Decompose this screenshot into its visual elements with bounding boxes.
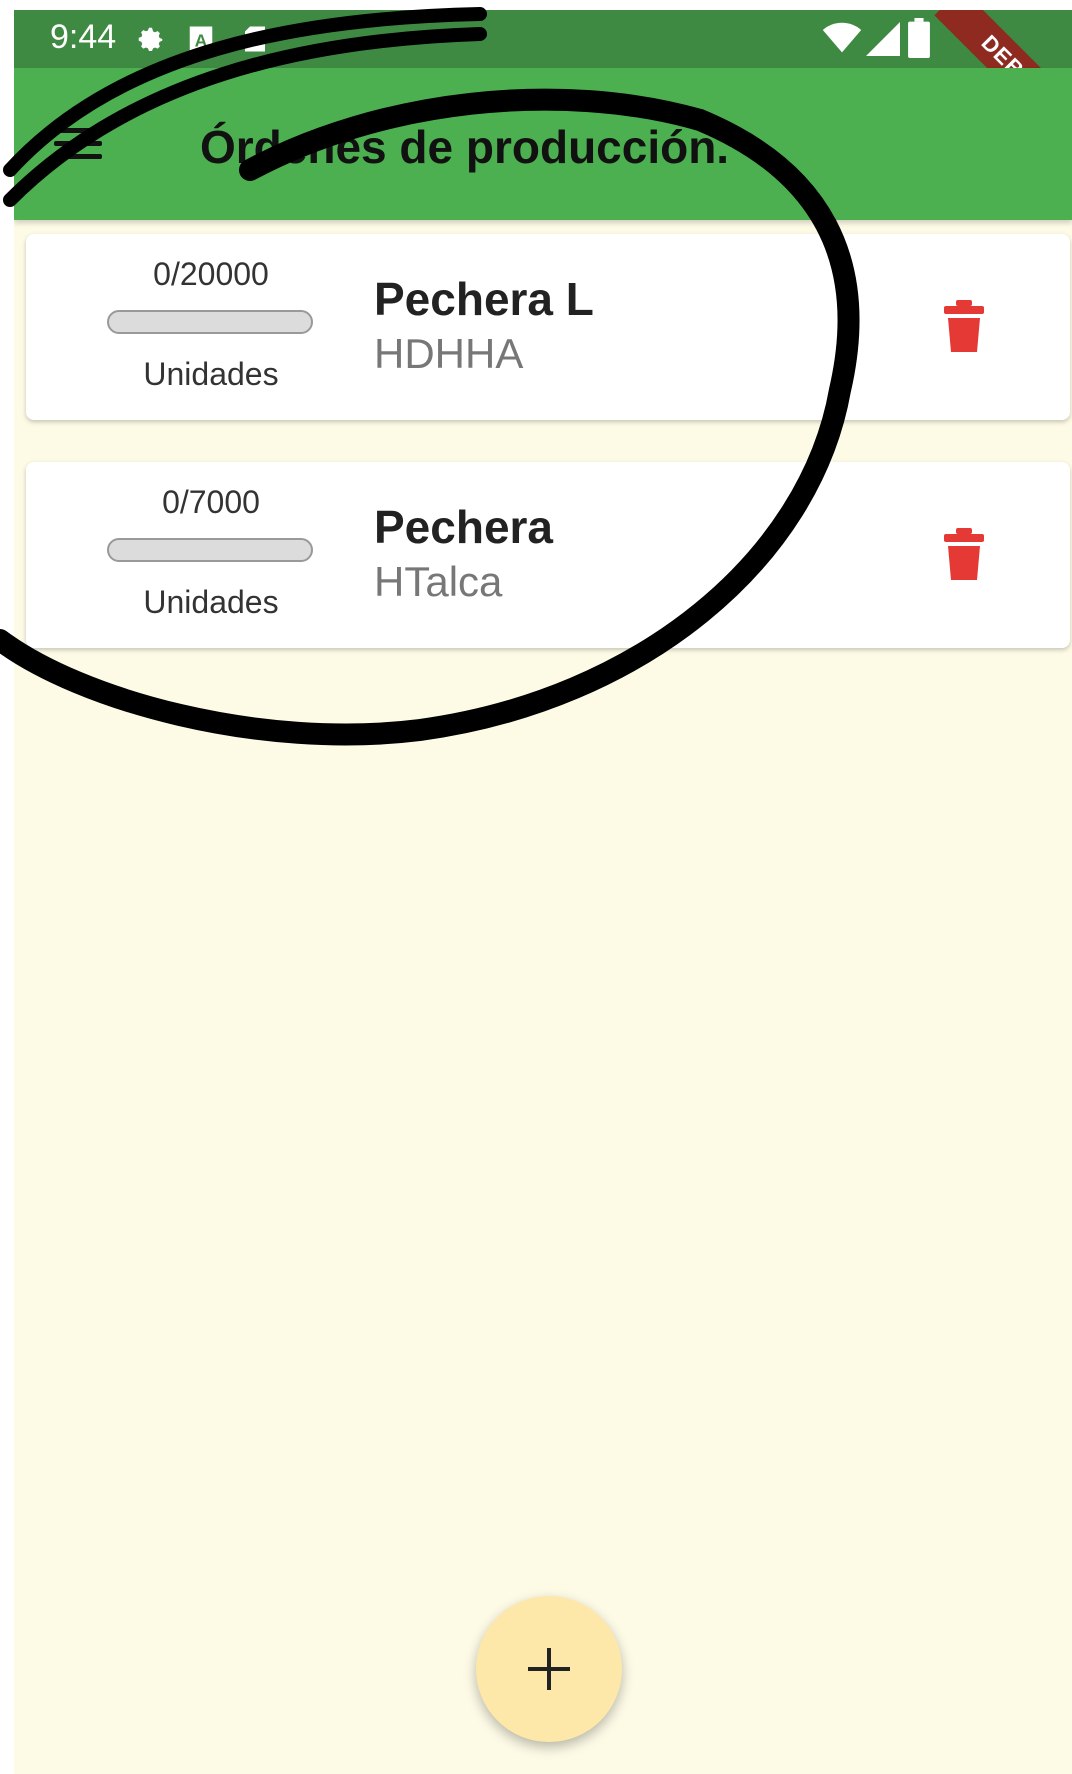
- plus-icon: [528, 1648, 570, 1690]
- order-client: HTalca: [374, 558, 503, 605]
- order-card[interactable]: 0/20000 Unidades Pechera L HDHHA: [26, 234, 1070, 420]
- font-a-icon: A: [189, 26, 213, 52]
- battery-icon: [908, 18, 930, 58]
- add-order-button[interactable]: [476, 1596, 622, 1742]
- order-name: Pechera L: [374, 273, 594, 325]
- app-bar: Órdenes de producción.: [14, 68, 1072, 220]
- trash-icon: [944, 528, 984, 580]
- trash-icon: [944, 300, 984, 352]
- progress-count: 0/7000: [162, 484, 260, 520]
- delete-button[interactable]: [944, 300, 984, 352]
- svg-text:A: A: [195, 31, 208, 51]
- order-client: HDHHA: [374, 330, 524, 377]
- unit-label: Unidades: [143, 356, 279, 392]
- status-bar: 9:44 A DEBUG: [14, 10, 1072, 150]
- status-time: 9:44: [50, 18, 117, 56]
- order-name: Pechera: [374, 501, 554, 553]
- unit-label: Unidades: [143, 584, 279, 620]
- progress-bar: [107, 310, 313, 334]
- sd-card-icon: [245, 26, 265, 52]
- page-title: Órdenes de producción.: [200, 121, 730, 173]
- app-screen: 9:44 A DEBUG: [14, 10, 1072, 1774]
- menu-button[interactable]: [54, 126, 110, 166]
- progress-count: 0/20000: [153, 256, 269, 292]
- delete-button[interactable]: [944, 528, 984, 580]
- progress-bar: [107, 538, 313, 562]
- order-card[interactable]: 0/7000 Unidades Pechera HTalca: [26, 462, 1070, 648]
- wifi-icon: [822, 22, 862, 53]
- signal-icon: [866, 22, 900, 56]
- gear-icon: [138, 27, 163, 52]
